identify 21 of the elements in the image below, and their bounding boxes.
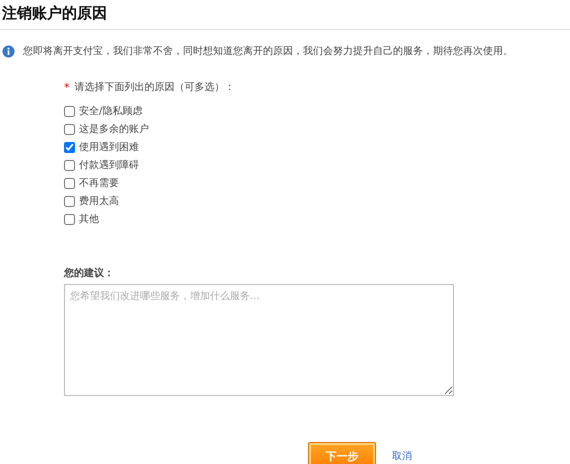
reason-checkbox[interactable]: [64, 160, 75, 170]
required-mark: *: [64, 80, 70, 94]
reason-label[interactable]: 不再需要: [79, 176, 119, 190]
reason-checkbox[interactable]: [64, 178, 75, 188]
reason-label[interactable]: 使用遇到困难: [79, 140, 139, 154]
page-title: 注销账户的原因: [1, 3, 108, 24]
reason-label[interactable]: 安全/隐私顾虑: [79, 104, 142, 118]
reason-label[interactable]: 这是多余的账户: [79, 122, 149, 136]
reason-checkbox[interactable]: [64, 124, 75, 134]
reason-checkbox[interactable]: [64, 214, 75, 224]
suggestion-label: 您的建议：: [64, 266, 114, 280]
reasons-label: 请选择下面列出的原因（可多选）：: [74, 80, 234, 94]
reason-label[interactable]: 其他: [79, 212, 99, 226]
reason-checkbox[interactable]: [64, 106, 75, 116]
reason-checkbox[interactable]: [64, 196, 75, 206]
reason-checkbox[interactable]: [64, 142, 75, 152]
suggestion-field[interactable]: 您希望我们改进哪些服务，增加什么服务...: [64, 284, 454, 396]
reason-label[interactable]: 费用太高: [79, 194, 119, 208]
cancel-link[interactable]: 取消: [392, 449, 412, 463]
reason-label[interactable]: 付款遇到障碍: [79, 158, 139, 172]
notice-text: 您即将离开支付宝，我们非常不舍，同时想知道您离开的原因，我们会努力提升自己的服务，期待您再次使用。: [23, 44, 513, 58]
